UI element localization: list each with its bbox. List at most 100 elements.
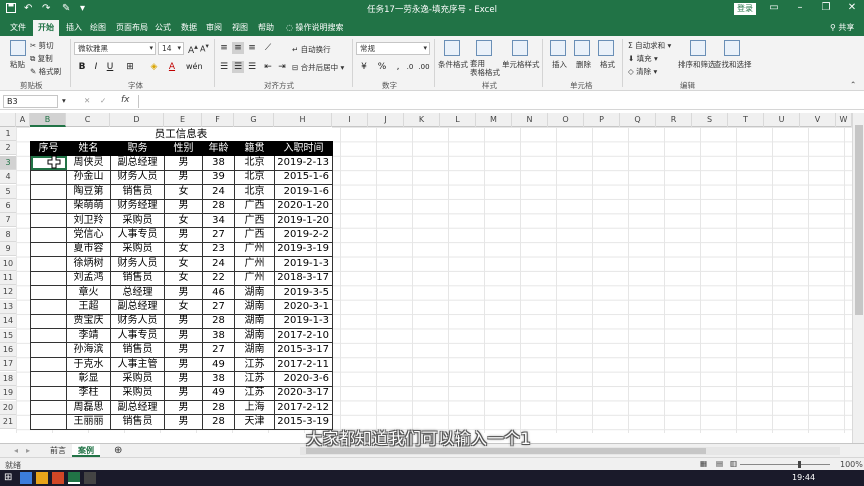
table-cell[interactable]: 男 [164,371,203,387]
conditional-format-button[interactable]: 条件格式 [438,59,468,70]
table-cell[interactable]: 销售员 [110,184,165,200]
bold-icon[interactable]: B [76,61,88,73]
align-left-icon[interactable]: ☰ [218,61,230,73]
table-cell[interactable]: 38 [202,371,235,387]
header-cell[interactable]: 姓名 [66,140,111,157]
table-cell[interactable] [30,241,67,258]
table-cell[interactable]: 广州 [234,270,275,286]
table-cell[interactable]: 广西 [234,227,275,243]
cancel-icon[interactable]: ✕ [84,96,90,105]
brush-icon[interactable]: ✎ [62,3,70,14]
align-bottom-icon[interactable]: ≡ [246,42,258,54]
table-cell[interactable]: 男 [164,169,203,186]
table-cell[interactable]: 广西 [234,212,275,229]
column-header[interactable]: S [692,113,728,127]
row-header[interactable]: 5 [0,184,16,199]
column-header[interactable]: B [30,113,66,127]
table-cell[interactable] [30,270,67,286]
table-cell[interactable]: 2017-2-11 [274,356,333,373]
row-header[interactable]: 19 [0,386,16,401]
table-cell[interactable]: 2015-3-17 [274,342,333,358]
name-box-dropdown-icon[interactable]: ▾ [62,96,66,105]
windows-start-icon[interactable]: ⊞ [4,472,16,484]
vertical-scrollbar[interactable] [852,113,864,443]
table-cell[interactable]: 28 [202,400,235,416]
column-header[interactable]: R [656,113,692,127]
page-layout-view-icon[interactable]: ▤ [716,459,723,468]
row-header[interactable]: 3 [0,155,16,170]
table-cell[interactable]: 男 [164,227,203,243]
row-header[interactable]: 15 [0,328,16,343]
table-cell[interactable] [30,299,67,315]
paste-icon[interactable] [10,40,26,56]
table-cell[interactable]: 38 [202,328,235,344]
table-cell[interactable]: 湖南 [234,284,275,301]
undo-icon[interactable]: ↶ [24,3,32,14]
row-header[interactable]: 1 [0,127,16,141]
table-cell[interactable]: 副总经理 [110,155,165,171]
row-header[interactable]: 6 [0,199,16,213]
borders-icon[interactable]: ⊞ [124,61,136,73]
tab-file[interactable]: 文件 [10,22,26,33]
table-cell[interactable]: 李柱 [66,385,111,402]
page-break-view-icon[interactable]: ▥ [730,459,737,468]
table-cell[interactable] [30,313,67,330]
table-cell[interactable]: 34 [202,212,235,229]
table-cell[interactable] [30,356,67,373]
table-cell[interactable]: 财务经理 [110,198,165,214]
table-cell[interactable]: 39 [202,169,235,186]
table-cell[interactable] [30,414,67,430]
column-header[interactable]: P [584,113,620,127]
increase-indent-icon[interactable]: ⇥ [276,61,288,73]
column-header[interactable]: N [512,113,548,127]
table-cell[interactable]: 女 [164,299,203,315]
table-cell[interactable]: 孙海滨 [66,342,111,358]
header-cell[interactable]: 籍贯 [234,140,275,157]
table-cell[interactable]: 采购员 [110,241,165,258]
table-cell[interactable]: 采购员 [110,371,165,387]
row-header[interactable]: 13 [0,299,16,314]
redo-icon[interactable]: ↷ [42,3,50,14]
table-cell[interactable]: 2017-2-10 [274,328,333,344]
font-name-select[interactable]: 微软雅黑 ▾ [74,42,156,55]
ribbon-display-icon[interactable]: ▭ [764,2,784,13]
paste-button[interactable]: 粘贴 [10,59,25,70]
table-cell[interactable]: 2019-2-13 [274,155,333,171]
format-cells-button[interactable]: 格式 [600,59,615,70]
table-cell[interactable] [30,169,67,186]
table-cell[interactable] [30,212,67,229]
sort-filter-button[interactable]: 排序和筛选 [678,59,716,70]
table-cell[interactable]: 副总经理 [110,400,165,416]
sheet-tab[interactable]: 前言 [44,444,72,457]
table-cell[interactable]: 湖南 [234,299,275,315]
clear-button[interactable]: ◇ 清除 ▾ [628,66,657,77]
table-cell[interactable]: 男 [164,342,203,358]
table-cell[interactable]: 章火 [66,284,111,301]
normal-view-icon[interactable]: ▦ [700,459,707,468]
comma-button[interactable]: , [392,61,404,73]
column-header[interactable]: M [476,113,512,127]
table-cell[interactable]: 男 [164,198,203,214]
browser-icon[interactable] [20,472,32,484]
column-header[interactable]: O [548,113,584,127]
row-header[interactable]: 21 [0,415,16,429]
table-cell[interactable]: 贾宝庆 [66,313,111,330]
table-cell[interactable]: 46 [202,284,235,301]
cell-styles-button[interactable]: 单元格样式 [502,59,540,70]
table-cell[interactable]: 北京 [234,184,275,200]
row-header[interactable]: 7 [0,213,16,228]
fill-button[interactable]: ⬇ 填充 ▾ [628,53,658,64]
cell-styles-icon[interactable] [512,40,528,56]
table-cell[interactable]: 北京 [234,155,275,171]
zoom-slider-knob[interactable] [798,461,801,468]
table-cell[interactable] [30,227,67,243]
table-cell[interactable]: 彰显 [66,371,111,387]
table-cell[interactable]: 采购员 [110,385,165,402]
insert-cells-button[interactable]: 插入 [552,59,567,70]
table-cell[interactable] [30,256,67,272]
table-cell[interactable]: 周侠灵 [66,155,111,171]
table-cell[interactable]: 总经理 [110,284,165,301]
share-button[interactable]: ⚲ 共享 [830,22,854,33]
column-header[interactable]: L [440,113,476,127]
number-format-select[interactable]: 常规 ▾ [356,42,430,55]
